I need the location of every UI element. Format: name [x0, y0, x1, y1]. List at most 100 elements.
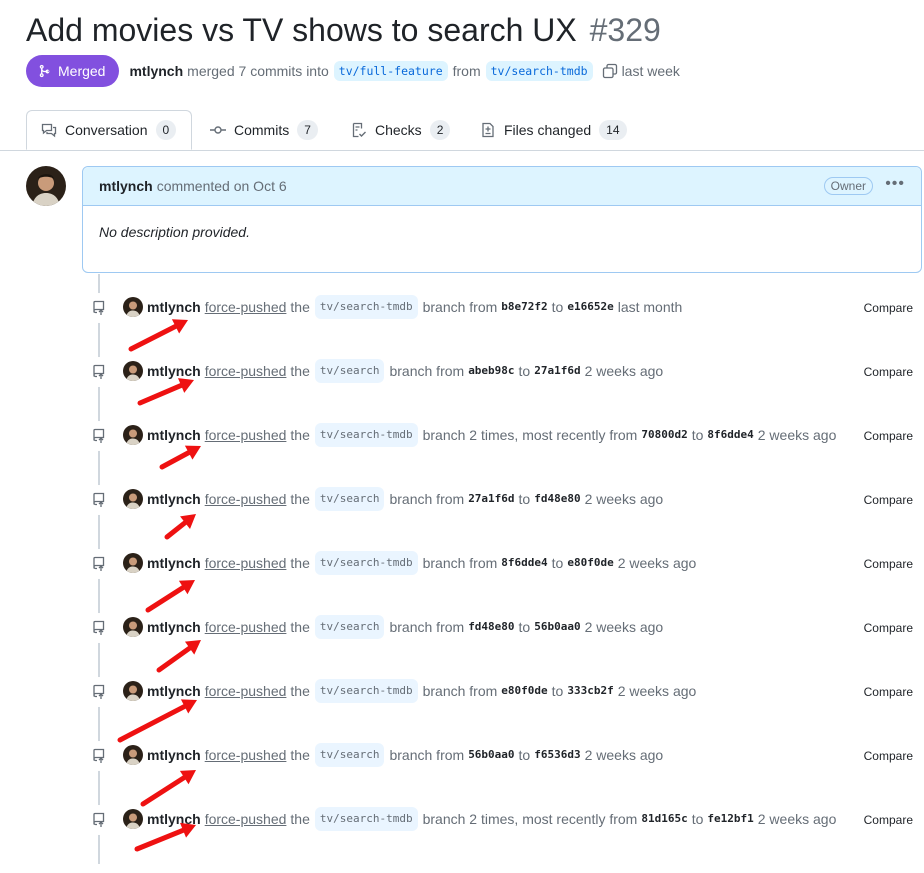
- compare-button[interactable]: Compare: [864, 429, 913, 443]
- avatar[interactable]: [26, 166, 66, 206]
- event-branch-tag[interactable]: tv/search-tmdb: [314, 807, 418, 831]
- event-mid: branch from: [389, 363, 465, 379]
- event-text: mtlynch force-pushed the tv/search branch fr…: [147, 359, 664, 383]
- comment-author-link[interactable]: mtlynch: [99, 178, 153, 194]
- event-action-link[interactable]: force-pushed: [205, 681, 287, 701]
- event-text: mtlynch force-pushed the tv/search-tmdb bran…: [147, 295, 683, 319]
- event-time[interactable]: 2 weeks ago: [585, 745, 664, 765]
- event-time[interactable]: 2 weeks ago: [618, 553, 697, 573]
- to-sha-link[interactable]: 56b0aa0: [534, 617, 580, 637]
- avatar[interactable]: [123, 297, 143, 317]
- from-sha-link[interactable]: 27a1f6d: [468, 489, 514, 509]
- event-user-link[interactable]: mtlynch: [147, 425, 201, 445]
- repo-push-icon: [84, 421, 114, 451]
- compare-button[interactable]: Compare: [864, 301, 913, 315]
- event-action-link[interactable]: force-pushed: [205, 297, 287, 317]
- tab-files-changed[interactable]: Files changed 14: [480, 110, 627, 150]
- from-sha-link[interactable]: e80f0de: [501, 681, 547, 701]
- from-sha-link[interactable]: 56b0aa0: [468, 745, 514, 765]
- event-user-link[interactable]: mtlynch: [147, 681, 201, 701]
- event-branch-tag[interactable]: tv/search: [314, 359, 385, 383]
- avatar[interactable]: [123, 489, 143, 509]
- event-the: the: [290, 811, 310, 827]
- event-action-link[interactable]: force-pushed: [205, 425, 287, 445]
- compare-button[interactable]: Compare: [864, 685, 913, 699]
- avatar[interactable]: [123, 425, 143, 445]
- event-mid: branch 2 times, most recently from: [422, 427, 638, 443]
- event-branch-tag[interactable]: tv/search: [314, 743, 385, 767]
- event-action-link[interactable]: force-pushed: [205, 745, 287, 765]
- event-text: mtlynch force-pushed the tv/search branch fr…: [147, 615, 664, 639]
- event-user-link[interactable]: mtlynch: [147, 745, 201, 765]
- event-branch-tag[interactable]: tv/search-tmdb: [314, 679, 418, 703]
- owner-badge: Owner: [823, 177, 873, 195]
- avatar[interactable]: [123, 809, 143, 829]
- tab-commits[interactable]: Commits 7: [210, 110, 318, 150]
- from-sha-link[interactable]: fd48e80: [468, 617, 514, 637]
- pr-author-link[interactable]: mtlynch: [129, 63, 183, 79]
- to-sha-link[interactable]: 8f6dde4: [707, 425, 753, 445]
- event-time[interactable]: 2 weeks ago: [585, 617, 664, 637]
- head-branch-link[interactable]: tv/search-tmdb: [485, 61, 593, 81]
- to-sha-link[interactable]: fd48e80: [534, 489, 580, 509]
- to-sha-link[interactable]: f6536d3: [534, 745, 580, 765]
- to-sha-link[interactable]: fe12bf1: [707, 809, 753, 829]
- event-action-link[interactable]: force-pushed: [205, 489, 287, 509]
- event-action-link[interactable]: force-pushed: [205, 809, 287, 829]
- avatar[interactable]: [123, 745, 143, 765]
- event-the: the: [290, 555, 310, 571]
- copy-icon[interactable]: [602, 63, 618, 79]
- avatar[interactable]: [123, 553, 143, 573]
- from-sha-link[interactable]: 8f6dde4: [501, 553, 547, 573]
- timeline-event: mtlynch force-pushed the tv/search-tmdb bran…: [0, 677, 924, 745]
- event-branch-tag[interactable]: tv/search-tmdb: [314, 295, 418, 319]
- compare-button[interactable]: Compare: [864, 749, 913, 763]
- event-branch-tag[interactable]: tv/search: [314, 487, 385, 511]
- compare-button[interactable]: Compare: [864, 365, 913, 379]
- event-time[interactable]: 2 weeks ago: [758, 425, 837, 445]
- tab-conversation[interactable]: Conversation 0: [26, 110, 192, 150]
- event-user-link[interactable]: mtlynch: [147, 809, 201, 829]
- base-branch-link[interactable]: tv/full-feature: [333, 61, 448, 81]
- event-the: the: [290, 491, 310, 507]
- tab-checks[interactable]: Checks 2: [351, 110, 451, 150]
- from-sha-link[interactable]: 81d165c: [641, 809, 687, 829]
- event-user-link[interactable]: mtlynch: [147, 553, 201, 573]
- event-time[interactable]: last month: [618, 297, 683, 317]
- event-to: to: [691, 811, 704, 827]
- avatar[interactable]: [123, 361, 143, 381]
- from-sha-link[interactable]: abeb98c: [468, 361, 514, 381]
- compare-button[interactable]: Compare: [864, 813, 913, 827]
- event-time[interactable]: 2 weeks ago: [585, 361, 664, 381]
- to-sha-link[interactable]: 27a1f6d: [534, 361, 580, 381]
- compare-button[interactable]: Compare: [864, 621, 913, 635]
- event-user-link[interactable]: mtlynch: [147, 617, 201, 637]
- event-time[interactable]: 2 weeks ago: [618, 681, 697, 701]
- tab-counter: 2: [429, 120, 451, 140]
- avatar[interactable]: [123, 617, 143, 637]
- compare-button[interactable]: Compare: [864, 493, 913, 507]
- event-user-link[interactable]: mtlynch: [147, 489, 201, 509]
- kebab-horizontal-icon[interactable]: •••: [885, 175, 905, 193]
- from-sha-link[interactable]: 70800d2: [641, 425, 687, 445]
- event-time[interactable]: 2 weeks ago: [758, 809, 837, 829]
- event-the: the: [290, 683, 310, 699]
- avatar[interactable]: [123, 681, 143, 701]
- event-action-link[interactable]: force-pushed: [205, 361, 287, 381]
- event-branch-tag[interactable]: tv/search: [314, 615, 385, 639]
- event-time[interactable]: 2 weeks ago: [585, 489, 664, 509]
- event-user-link[interactable]: mtlynch: [147, 297, 201, 317]
- timeline-event: mtlynch force-pushed the tv/search-tmdb bran…: [0, 293, 924, 361]
- event-branch-tag[interactable]: tv/search-tmdb: [314, 423, 418, 447]
- event-action-link[interactable]: force-pushed: [205, 553, 287, 573]
- comment-meta[interactable]: commented on Oct 6: [157, 178, 287, 194]
- compare-button[interactable]: Compare: [864, 557, 913, 571]
- event-action-link[interactable]: force-pushed: [205, 617, 287, 637]
- event-user-link[interactable]: mtlynch: [147, 361, 201, 381]
- from-sha-link[interactable]: b8e72f2: [501, 297, 547, 317]
- to-sha-link[interactable]: 333cb2f: [567, 681, 613, 701]
- to-sha-link[interactable]: e80f0de: [567, 553, 613, 573]
- to-sha-link[interactable]: e16652e: [567, 297, 613, 317]
- event-branch-tag[interactable]: tv/search-tmdb: [314, 551, 418, 575]
- comment-body: No description provided.: [99, 224, 250, 240]
